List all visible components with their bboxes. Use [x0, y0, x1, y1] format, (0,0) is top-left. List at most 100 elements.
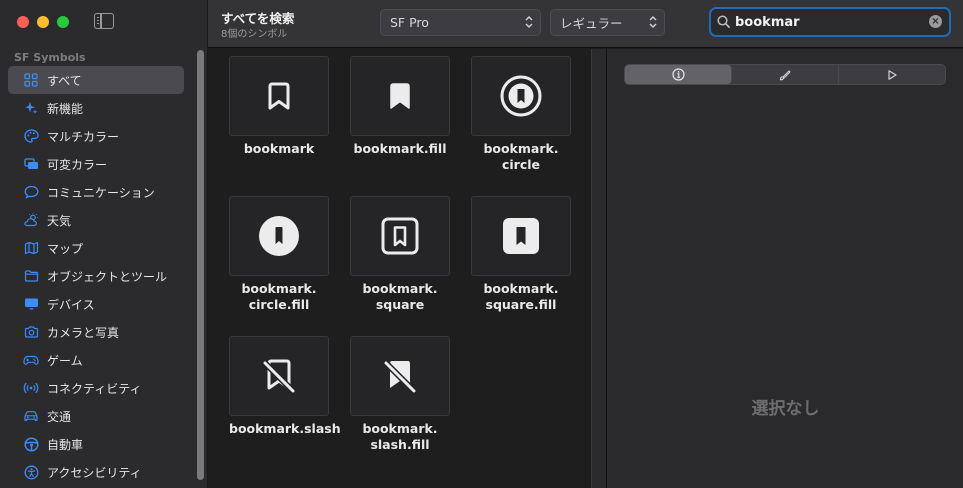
sidebar-item[interactable]: マルチカラー — [8, 122, 184, 150]
inspector-panel: 選択なし — [606, 49, 963, 488]
sidebar-item-label: アクセシビリティ — [47, 465, 142, 480]
folder-icon — [22, 267, 40, 285]
sidebar-item-label: オブジェクトとツール — [47, 269, 168, 284]
window-controls — [17, 16, 69, 28]
symbol-cell[interactable]: bookmark. square.fill — [471, 196, 571, 313]
sidebar-item[interactable]: コミュニケーション — [8, 178, 184, 206]
sidebar-item[interactable]: 可変カラー — [8, 150, 184, 178]
sidebar-section-title: SF Symbols — [14, 51, 86, 64]
sidebar-item[interactable]: オブジェクトとツール — [8, 262, 184, 290]
symbol-name: bookmark. circle.fill — [241, 281, 317, 312]
display-icon — [22, 295, 40, 313]
sidebar-item[interactable]: カメラと写真 — [8, 318, 184, 346]
sidebar-item[interactable]: 新機能 — [8, 94, 184, 122]
search-field[interactable]: × — [709, 7, 951, 37]
symbol-count: 8個のシンボル — [221, 29, 288, 40]
sidebar-item[interactable]: コネクティビティ — [8, 374, 184, 402]
camera-icon — [22, 323, 40, 341]
bookmark-square-fill-icon — [471, 196, 571, 276]
car-icon — [22, 407, 40, 425]
weight-popup[interactable]: レギュラー — [550, 9, 665, 36]
chevron-updown-icon — [649, 15, 657, 29]
no-selection-label: 選択なし — [751, 399, 820, 419]
symbol-cell[interactable]: bookmark. circle — [471, 56, 571, 173]
accessibility-icon — [22, 463, 40, 481]
sidebar-scrollbar[interactable] — [197, 50, 204, 480]
sidebar-item[interactable]: アクセシビリティ — [8, 458, 184, 486]
palette-icon — [22, 127, 40, 145]
sidebar-item[interactable]: 交通 — [8, 402, 184, 430]
bookmark-slash-icon — [229, 336, 329, 416]
sidebar-item[interactable]: すべて — [8, 66, 184, 94]
sidebar-item-label: マップ — [47, 241, 84, 256]
sidebar-item-label: 天気 — [47, 213, 72, 228]
cloud-sun-icon — [22, 211, 40, 229]
bookmark-icon — [229, 56, 329, 136]
font-popup[interactable]: SF Pro — [380, 9, 541, 36]
gamecontroller-icon — [22, 351, 40, 369]
close-window-button[interactable] — [17, 16, 29, 28]
symbol-cell[interactable]: bookmark.slash — [229, 336, 341, 437]
symbol-name: bookmark — [243, 141, 315, 156]
sidebar-item[interactable]: デバイス — [8, 290, 184, 318]
font-popup-label: SF Pro — [390, 15, 429, 30]
weight-popup-label: レギュラー — [560, 16, 623, 31]
sidebar-item-label: すべて — [47, 73, 82, 88]
minimize-window-button[interactable] — [37, 16, 49, 28]
bookmark-fill-icon — [350, 56, 450, 136]
sidebar-item[interactable]: 天気 — [8, 206, 184, 234]
symbol-cell[interactable]: bookmark. slash.fill — [350, 336, 450, 453]
symbol-name: bookmark. circle — [483, 141, 559, 172]
sidebar-item[interactable]: マップ — [8, 234, 184, 262]
bookmark-slash-fill-icon — [350, 336, 450, 416]
symbol-name: bookmark.fill — [353, 141, 447, 156]
sidebar-item[interactable]: ゲーム — [8, 346, 184, 374]
chevron-updown-icon — [525, 15, 533, 29]
inspector-tab[interactable] — [625, 65, 732, 84]
sidebar-item-label: デバイス — [47, 297, 95, 312]
steering-wheel-icon — [22, 435, 40, 453]
variable-color-icon — [22, 155, 40, 173]
sidebar-toggle-icon[interactable] — [94, 13, 114, 29]
search-input[interactable] — [735, 14, 910, 30]
info-icon — [671, 68, 685, 81]
symbol-cell[interactable]: bookmark. circle.fill — [229, 196, 329, 313]
sidebar: SF Symbols すべて新機能マルチカラー 可変カラーコミュニケーション 天気マ… — [0, 0, 208, 488]
sidebar-item-label: コミュニケーション — [47, 185, 155, 200]
sidebar-item-label: 新機能 — [47, 101, 84, 116]
zoom-window-button[interactable] — [57, 16, 69, 28]
search-icon — [717, 15, 731, 29]
message-bubble-icon — [22, 183, 40, 201]
inspector-tab[interactable] — [732, 65, 839, 84]
sparkles-icon — [22, 99, 40, 117]
symbol-grid: bookmark bookmark.fill bookmark. circle boo… — [209, 49, 590, 488]
play-icon — [886, 69, 898, 81]
grid-icon — [22, 71, 40, 89]
inspector-tab[interactable] — [839, 65, 945, 84]
symbol-name: bookmark. square.fill — [483, 281, 559, 312]
antenna-icon — [22, 379, 40, 397]
toolbar: すべてを検索 8個のシンボル SF Pro レギュラー » × — [208, 0, 963, 48]
sidebar-item-label: 交通 — [47, 409, 72, 424]
sidebar-item-label: 可変カラー — [47, 157, 108, 172]
sidebar-item[interactable]: 自動車 — [8, 430, 184, 458]
clear-search-icon[interactable]: × — [929, 15, 942, 28]
symbol-name: bookmark. square — [362, 281, 438, 312]
inspector-tabs — [624, 64, 946, 85]
bookmark-circle-icon — [471, 56, 571, 136]
sidebar-item-label: 自動車 — [47, 437, 84, 452]
sidebar-list: すべて新機能マルチカラー 可変カラーコミュニケーション 天気マップオブジェクトとツー… — [8, 66, 184, 486]
paintbrush-icon — [778, 68, 792, 82]
symbol-cell[interactable]: bookmark — [229, 56, 329, 157]
symbol-cell[interactable]: bookmark.fill — [350, 56, 450, 157]
sidebar-item-label: ゲーム — [47, 353, 83, 368]
grid-scrollbar[interactable] — [591, 49, 606, 488]
bookmark-square-icon — [350, 196, 450, 276]
symbol-name: bookmark.slash — [229, 421, 341, 436]
sidebar-item-label: カメラと写真 — [47, 325, 120, 340]
sidebar-item-label: マルチカラー — [47, 129, 120, 144]
sidebar-item-label: コネクティビティ — [47, 381, 142, 396]
map-icon — [22, 239, 40, 257]
symbol-cell[interactable]: bookmark. square — [350, 196, 450, 313]
symbol-name: bookmark. slash.fill — [362, 421, 438, 452]
